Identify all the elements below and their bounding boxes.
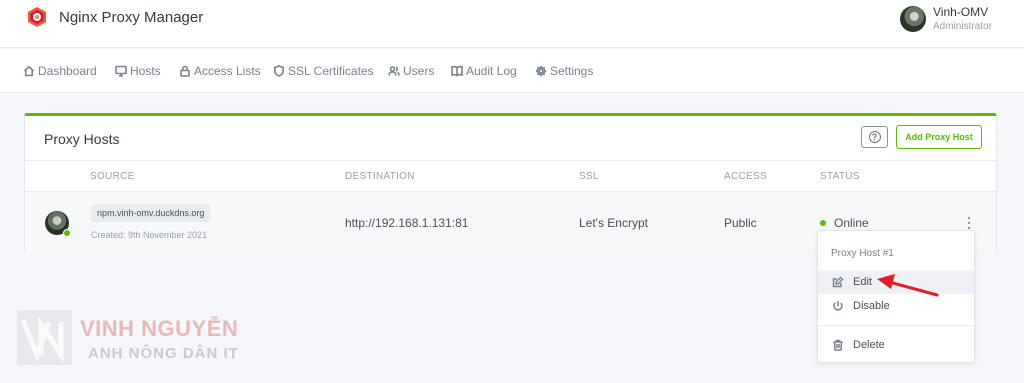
dropdown-item-label: Delete: [853, 339, 885, 351]
source-domain-badge[interactable]: npm.vinh-omv.duckdns.org: [91, 204, 211, 222]
lock-icon: [180, 65, 190, 77]
nav-item-hosts[interactable]: Hosts: [115, 63, 161, 79]
column-header-destination[interactable]: DESTINATION: [345, 171, 415, 182]
nav-item-label: Dashboard: [38, 64, 97, 78]
nav-item-label: SSL Certificates: [288, 64, 374, 78]
dropdown-header: Proxy Host #1: [831, 248, 894, 259]
user-name[interactable]: Vinh-OMV: [933, 5, 988, 19]
ssl-cell: Let's Encrypt: [579, 216, 648, 230]
row-actions-menu-icon[interactable]: [967, 217, 971, 229]
nav-item-audit-log[interactable]: Audit Log: [451, 63, 517, 79]
column-header-access[interactable]: ACCESS: [724, 171, 767, 182]
nav-item-label: Audit Log: [466, 64, 517, 78]
created-date: Created: 9th November 2021: [91, 230, 208, 240]
user-role: Administrator: [933, 21, 992, 32]
destination-cell: http://192.168.1.131:81: [345, 216, 469, 230]
nav-item-dashboard[interactable]: Dashboard: [23, 63, 97, 79]
gear-icon: [535, 65, 547, 77]
monitor-icon: [115, 65, 127, 77]
red-arrow-annotation-icon: [877, 274, 939, 297]
top-header: Nginx Proxy Manager Vinh-OMV Administrat…: [0, 0, 1024, 48]
nav-item-label: Users: [403, 64, 435, 78]
nav-item-settings[interactable]: Settings: [535, 63, 593, 79]
status-online-dot: [820, 220, 826, 226]
access-cell: Public: [724, 216, 757, 230]
divider: [818, 325, 974, 326]
nav-item-label: Access Lists: [194, 64, 261, 78]
help-icon: ?: [868, 131, 881, 143]
watermark-subtitle: ANH NÔNG DÂN IT: [88, 345, 239, 362]
shield-icon: [274, 65, 284, 77]
nav-item-access-lists[interactable]: Access Lists: [179, 63, 261, 79]
users-icon: [388, 66, 400, 76]
app-title: Nginx Proxy Manager: [59, 9, 204, 26]
watermark-logo-icon: [17, 310, 72, 365]
home-icon: [23, 65, 35, 77]
trash-icon: [833, 339, 843, 351]
book-icon: [451, 65, 463, 77]
column-header-ssl[interactable]: SSL: [579, 171, 599, 182]
add-proxy-host-button[interactable]: Add Proxy Host: [896, 125, 982, 149]
help-button[interactable]: ?: [861, 126, 888, 148]
owner-online-indicator: [63, 229, 71, 237]
column-header-source[interactable]: SOURCE: [90, 171, 135, 182]
nav-item-users[interactable]: Users: [388, 63, 434, 79]
card-title: Proxy Hosts: [44, 131, 120, 147]
dropdown-item-label: Edit: [853, 276, 872, 288]
watermark-name: VINH NGUYỄN: [80, 316, 239, 341]
nav-item-label: Hosts: [130, 64, 161, 78]
dropdown-item-delete[interactable]: Delete: [818, 333, 974, 357]
nav-item-label: Settings: [550, 64, 594, 78]
app-logo-icon[interactable]: [26, 6, 48, 28]
main-nav: Dashboard Hosts Access Lists SSL Certifi…: [0, 49, 1024, 93]
edit-icon: [832, 276, 844, 288]
user-avatar[interactable]: [900, 6, 926, 32]
nav-item-ssl-certificates[interactable]: SSL Certificates: [273, 63, 374, 79]
divider: [25, 160, 996, 161]
column-header-status[interactable]: STATUS: [820, 171, 860, 182]
status-cell: Online: [834, 216, 869, 230]
power-icon: [833, 301, 843, 311]
